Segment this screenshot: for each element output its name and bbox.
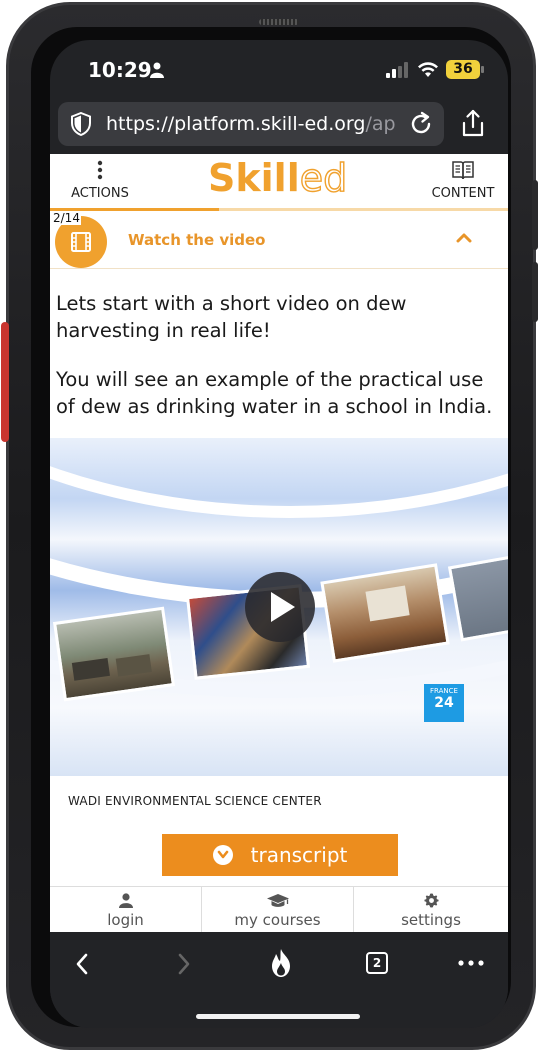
video-player[interactable]: FRANCE 24 — [50, 438, 508, 776]
site-header: ACTIONS Skilled CONTENT — [50, 154, 508, 210]
actions-button[interactable]: ACTIONS — [60, 160, 140, 206]
nav-login-label: login — [107, 911, 144, 929]
content-button[interactable]: CONTENT — [420, 160, 506, 206]
actions-label: ACTIONS — [71, 186, 129, 201]
nav-my-courses[interactable]: my courses — [202, 887, 354, 933]
play-icon — [271, 592, 295, 622]
side-button-power — [532, 262, 538, 322]
url-bar[interactable]: https://platform.skill-ed.org/app... — [58, 102, 444, 146]
nav-login[interactable]: login — [50, 887, 202, 933]
phone-screen: 10:29 36 https://platform.skill-ed.org/a… — [50, 40, 508, 1028]
side-button-volume — [532, 180, 538, 250]
section-header[interactable]: 2/14 Watch the video — [50, 211, 508, 269]
video-thumbnail-trucks — [52, 606, 176, 702]
chevron-up-icon[interactable] — [456, 231, 472, 243]
url-path: /app... — [365, 113, 396, 135]
nav-my-courses-label: my courses — [234, 911, 321, 929]
more-horizontal-icon[interactable] — [458, 960, 484, 966]
more-vertical-icon — [97, 160, 103, 180]
intro-paragraph: Lets start with a short video on dew har… — [56, 292, 407, 342]
reload-icon[interactable] — [408, 111, 434, 137]
nav-settings-label: settings — [401, 911, 461, 929]
graduation-cap-icon — [266, 894, 289, 907]
content-label: CONTENT — [431, 186, 495, 201]
earpiece-grill — [259, 19, 299, 25]
back-icon[interactable] — [74, 952, 90, 976]
battery-indicator: 36 — [446, 60, 484, 79]
side-button-red — [1, 322, 9, 442]
signal-icon — [386, 62, 408, 78]
wifi-icon — [418, 62, 438, 77]
gear-icon — [423, 893, 439, 908]
url-text[interactable]: https://platform.skill-ed.org/app... — [106, 113, 396, 135]
forward-icon[interactable] — [176, 952, 192, 976]
logo-ed: ed — [299, 155, 348, 200]
section-title: Watch the video — [128, 231, 266, 249]
flame-icon[interactable] — [269, 948, 293, 978]
transcript-label: transcript — [250, 843, 348, 867]
logo-main: Skill — [208, 156, 300, 200]
home-indicator[interactable] — [196, 1014, 360, 1019]
status-time: 10:29 — [88, 58, 152, 82]
watermark-top: FRANCE — [430, 687, 458, 695]
status-bar: 10:29 36 — [50, 40, 508, 100]
tabs-button[interactable]: 2 — [366, 952, 388, 974]
user-icon — [118, 893, 133, 908]
nav-settings[interactable]: settings — [354, 887, 508, 933]
person-icon — [150, 62, 164, 78]
section-counter: 2/14 — [52, 211, 81, 225]
watermark-num: 24 — [434, 695, 454, 711]
bottom-nav: login my courses settings — [50, 886, 508, 933]
description-paragraph: You will see an example of the practical… — [56, 368, 493, 418]
chevron-down-icon — [212, 844, 233, 865]
video-caption: WADI ENVIRONMENTAL SCIENCE CENTER — [68, 794, 322, 808]
book-icon — [452, 161, 474, 180]
france24-logo: FRANCE 24 — [424, 684, 464, 722]
skilled-logo: Skilled — [208, 155, 348, 200]
share-icon[interactable] — [460, 108, 486, 138]
shield-icon[interactable] — [70, 112, 92, 136]
url-host: https://platform.skill-ed.org — [106, 113, 366, 135]
web-content: ACTIONS Skilled CONTENT 2/14 Watch the v… — [50, 154, 508, 933]
transcript-button[interactable]: transcript — [162, 834, 398, 876]
play-button[interactable] — [245, 572, 315, 642]
film-icon — [71, 232, 91, 252]
